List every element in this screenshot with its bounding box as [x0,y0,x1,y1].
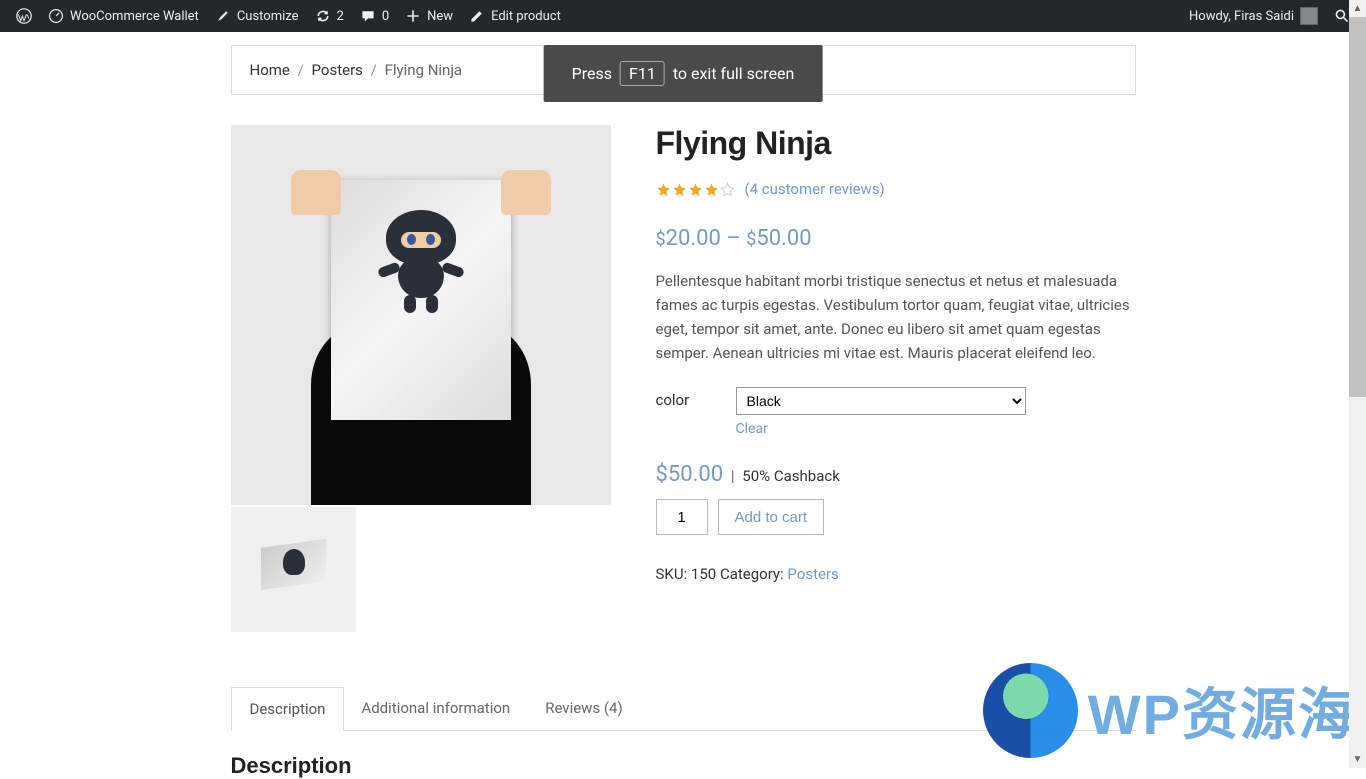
updates-link[interactable]: 2 [307,0,352,32]
reviews-link[interactable]: (4 customer reviews) [745,180,885,198]
avatar [1300,7,1318,25]
breadcrumb-home[interactable]: Home [250,61,290,79]
watermark-logo-icon [983,663,1078,758]
sku-value: 150 [691,565,716,583]
add-to-cart-row: Add to cart [656,499,1136,535]
breadcrumb-current: Flying Ninja [385,61,463,79]
tab-additional-info[interactable]: Additional information [343,687,528,730]
price-range: $20.00 – $50.00 [656,226,1136,251]
vertical-scrollbar[interactable]: ▲ ▼ [1349,0,1366,768]
new-label: New [427,9,453,24]
star-rating [656,182,735,197]
product: Flying Ninja (4 customer reviews) $20.00… [231,125,1136,632]
product-gallery [231,125,611,632]
updates-count: 2 [337,9,344,24]
variation-row: color Black Clear [656,387,1136,437]
comments-link[interactable]: 0 [352,0,397,32]
watermark: WP资源海 [983,663,1356,758]
search-icon [1334,8,1350,24]
star-icon [704,182,719,197]
site-name-link[interactable]: WooCommerce Wallet [40,0,207,32]
fs-press: Press [572,64,612,83]
customize-link[interactable]: Customize [207,0,307,32]
wp-admin-bar: WooCommerce Wallet Customize 2 0 New [0,0,1366,32]
account-link[interactable]: Howdy, Firas Saidi [1181,0,1326,32]
new-link[interactable]: New [397,0,461,32]
product-summary: Flying Ninja (4 customer reviews) $20.00… [656,125,1136,632]
star-icon [672,182,687,197]
comments-count: 0 [382,9,389,24]
site-name-label: WooCommerce Wallet [70,9,199,24]
variation-label: color [656,387,696,409]
wordpress-icon [16,8,32,24]
sku-label: SKU: [656,565,688,583]
scroll-up-arrow[interactable]: ▲ [1349,0,1366,17]
howdy-label: Howdy, Firas Saidi [1189,9,1294,24]
product-title: Flying Ninja [656,125,1136,162]
clear-variation-link[interactable]: Clear [736,421,768,437]
brush-icon [215,8,231,24]
fs-key: F11 [620,61,665,86]
product-description: Pellentesque habitant morbi tristique se… [656,269,1136,365]
scroll-down-arrow[interactable]: ▼ [1349,751,1366,768]
plus-icon [405,8,421,24]
wp-logo[interactable] [8,0,40,32]
edit-product-link[interactable]: Edit product [461,0,569,32]
customize-label: Customize [237,9,299,24]
breadcrumb-sep: / [298,61,304,79]
edit-product-label: Edit product [491,9,561,24]
star-icon [720,182,735,197]
cashback-text: 50% Cashback [742,467,840,485]
add-to-cart-button[interactable]: Add to cart [718,499,825,535]
fs-exit: to exit full screen [673,64,795,83]
watermark-text: WP资源海 [1088,670,1356,751]
dashboard-icon [48,8,64,24]
refresh-icon [315,8,331,24]
pencil-icon [469,8,485,24]
comment-icon [360,8,376,24]
tab-description[interactable]: Description [231,687,345,731]
quantity-input[interactable] [656,499,708,535]
breadcrumb-sep: / [371,61,377,79]
color-select[interactable]: Black [736,387,1026,415]
product-meta: SKU: 150 Category: Posters [656,565,1136,583]
breadcrumb-category[interactable]: Posters [312,61,363,79]
tab-reviews[interactable]: Reviews (4) [527,687,641,730]
product-main-image[interactable] [231,125,611,505]
category-label: Category: [720,565,784,583]
price-cashback-row: $50.00 | 50% Cashback [656,462,1136,487]
star-icon [656,182,671,197]
product-thumbnail[interactable] [231,507,356,632]
star-icon [688,182,703,197]
scroll-thumb[interactable] [1349,17,1366,397]
rating-row: (4 customer reviews) [656,180,1136,198]
fullscreen-notice: Press F11 to exit full screen [544,45,823,102]
category-link[interactable]: Posters [787,565,838,583]
